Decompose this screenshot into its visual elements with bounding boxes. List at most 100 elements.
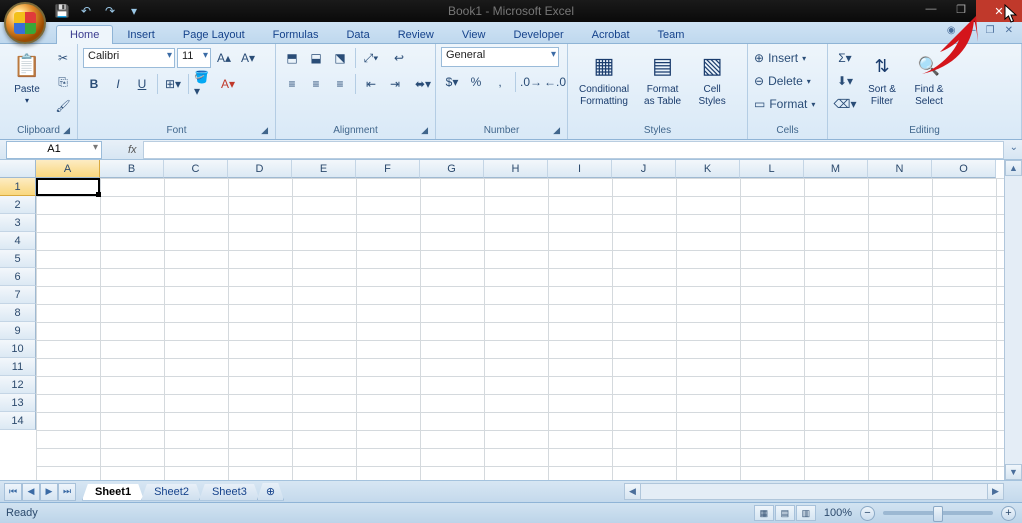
name-box[interactable]: A1 [6, 141, 102, 159]
decrease-indent-icon[interactable]: ⇤ [360, 73, 382, 95]
border-icon[interactable]: ⊞▾ [162, 73, 184, 95]
percent-format-icon[interactable]: % [465, 71, 487, 93]
row-header-11[interactable]: 11 [0, 358, 36, 376]
scroll-down-icon[interactable]: ▼ [1005, 464, 1022, 480]
paste-button[interactable]: 📋 Paste ▾ [5, 47, 49, 108]
sheet-nav-next-icon[interactable]: ▶ [40, 483, 58, 501]
tab-data[interactable]: Data [332, 25, 383, 44]
format-painter-icon[interactable]: 🖌 [52, 95, 74, 117]
zoom-level[interactable]: 100% [824, 507, 852, 519]
tab-insert[interactable]: Insert [113, 25, 169, 44]
column-header-L[interactable]: L [740, 160, 804, 178]
doc-restore-icon[interactable]: ❐ [983, 25, 998, 36]
bold-button[interactable]: B [83, 73, 105, 95]
column-header-G[interactable]: G [420, 160, 484, 178]
align-middle-icon[interactable]: ⬓ [305, 47, 327, 69]
clear-icon[interactable]: ⌫▾ [833, 93, 857, 115]
align-bottom-icon[interactable]: ⬔ [329, 47, 351, 69]
undo-icon[interactable]: ↶ [76, 2, 96, 20]
column-header-I[interactable]: I [548, 160, 612, 178]
column-header-N[interactable]: N [868, 160, 932, 178]
fx-icon[interactable]: fx [128, 144, 137, 156]
accounting-format-icon[interactable]: $▾ [441, 71, 463, 93]
qat-customize-icon[interactable]: ▾ [124, 2, 144, 20]
number-dialog-icon[interactable]: ◢ [553, 125, 560, 136]
scroll-up-icon[interactable]: ▲ [1005, 160, 1022, 176]
horizontal-scrollbar[interactable]: ◀ ▶ [624, 483, 1004, 500]
column-header-M[interactable]: M [804, 160, 868, 178]
format-as-table-button[interactable]: ▤ Format as Table [638, 47, 687, 110]
column-header-F[interactable]: F [356, 160, 420, 178]
row-header-4[interactable]: 4 [0, 232, 36, 250]
maximize-button[interactable]: ❐ [946, 0, 976, 18]
tab-view[interactable]: View [448, 25, 500, 44]
format-cells-button[interactable]: ▭Format▾ [753, 93, 823, 115]
sort-filter-button[interactable]: ⇅ Sort & Filter [860, 47, 904, 110]
tab-review[interactable]: Review [384, 25, 448, 44]
font-color-icon[interactable]: A▾ [217, 73, 239, 95]
minimize-button[interactable]: — [916, 0, 946, 18]
row-header-14[interactable]: 14 [0, 412, 36, 430]
sheet-tab-2[interactable]: Sheet2 [141, 484, 202, 501]
tab-formulas[interactable]: Formulas [259, 25, 333, 44]
row-header-9[interactable]: 9 [0, 322, 36, 340]
number-format-combo[interactable]: General [441, 47, 559, 67]
orientation-icon[interactable]: ⤢▾ [360, 47, 382, 69]
tab-acrobat[interactable]: Acrobat [578, 25, 644, 44]
comma-format-icon[interactable]: , [489, 71, 511, 93]
help-icon[interactable]: ◉ [944, 25, 959, 36]
expand-formula-bar-icon[interactable]: ⌄ [1010, 142, 1018, 153]
merge-center-icon[interactable]: ⬌▾ [408, 73, 438, 95]
increase-indent-icon[interactable]: ⇥ [384, 73, 406, 95]
row-header-8[interactable]: 8 [0, 304, 36, 322]
tab-home[interactable]: Home [56, 25, 113, 44]
active-cell[interactable] [36, 178, 100, 196]
row-header-10[interactable]: 10 [0, 340, 36, 358]
close-button[interactable]: ✕ [976, 0, 1022, 22]
find-select-button[interactable]: 🔍 Find & Select [907, 47, 951, 110]
zoom-slider[interactable] [883, 511, 993, 515]
grow-font-icon[interactable]: A▴ [213, 47, 235, 69]
delete-cells-button[interactable]: ⊖Delete▾ [753, 70, 823, 92]
decrease-decimal-icon[interactable]: ←.0 [544, 71, 566, 93]
column-header-D[interactable]: D [228, 160, 292, 178]
align-top-icon[interactable]: ⬒ [281, 47, 303, 69]
formula-input[interactable] [143, 141, 1004, 159]
page-break-view-icon[interactable]: ▥ [796, 505, 816, 521]
column-header-J[interactable]: J [612, 160, 676, 178]
tab-developer[interactable]: Developer [499, 25, 577, 44]
sheet-tab-3[interactable]: Sheet3 [199, 484, 260, 501]
align-left-icon[interactable]: ≡ [281, 73, 303, 95]
autosum-icon[interactable]: Σ▾ [833, 47, 857, 69]
column-header-C[interactable]: C [164, 160, 228, 178]
row-header-5[interactable]: 5 [0, 250, 36, 268]
zoom-out-button[interactable]: − [860, 506, 875, 521]
zoom-in-button[interactable]: + [1001, 506, 1016, 521]
font-name-combo[interactable]: Calibri [83, 48, 175, 68]
column-header-E[interactable]: E [292, 160, 356, 178]
doc-minimize-icon[interactable]: — [963, 25, 979, 36]
page-layout-view-icon[interactable]: ▤ [775, 505, 795, 521]
row-header-13[interactable]: 13 [0, 394, 36, 412]
sheet-nav-last-icon[interactable]: ⏭ [58, 483, 76, 501]
column-header-H[interactable]: H [484, 160, 548, 178]
font-size-combo[interactable]: 11 [177, 48, 211, 68]
cut-icon[interactable]: ✂ [52, 47, 74, 69]
fill-icon[interactable]: ⬇▾ [833, 70, 857, 92]
sheet-nav-prev-icon[interactable]: ◀ [22, 483, 40, 501]
save-icon[interactable]: 💾 [52, 2, 72, 20]
align-right-icon[interactable]: ≡ [329, 73, 351, 95]
italic-button[interactable]: I [107, 73, 129, 95]
row-header-2[interactable]: 2 [0, 196, 36, 214]
tab-team[interactable]: Team [644, 25, 699, 44]
clipboard-dialog-icon[interactable]: ◢ [63, 125, 70, 136]
shrink-font-icon[interactable]: A▾ [237, 47, 259, 69]
doc-close-icon[interactable]: ✕ [1002, 25, 1016, 36]
select-all-button[interactable] [0, 160, 36, 178]
increase-decimal-icon[interactable]: .0→ [520, 71, 542, 93]
row-header-1[interactable]: 1 [0, 178, 36, 196]
office-button[interactable] [4, 2, 46, 44]
underline-button[interactable]: U [131, 73, 153, 95]
redo-icon[interactable]: ↷ [100, 2, 120, 20]
tab-page-layout[interactable]: Page Layout [169, 25, 259, 44]
